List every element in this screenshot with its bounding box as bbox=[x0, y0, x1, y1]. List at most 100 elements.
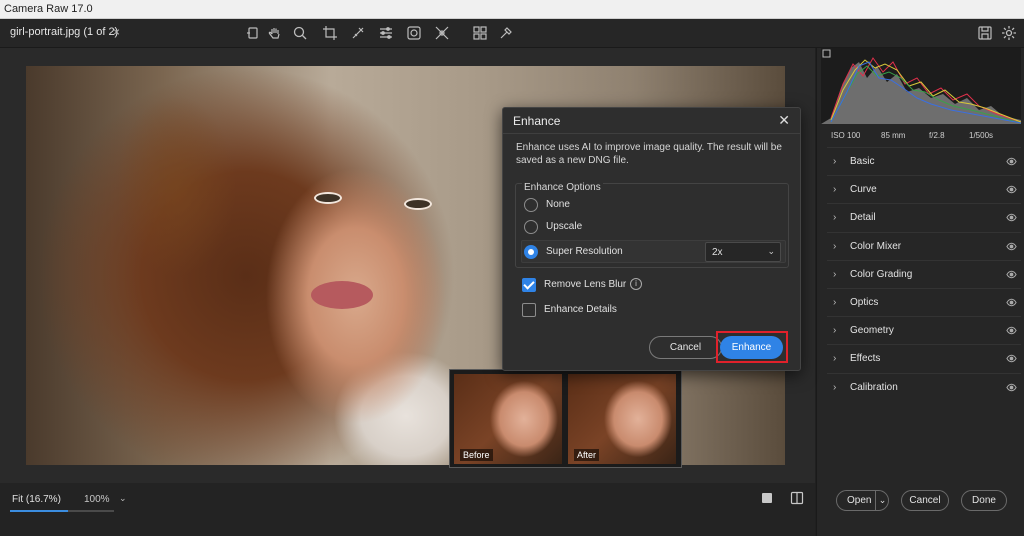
window-title: Camera Raw 17.0 bbox=[4, 3, 93, 15]
exif-shutter: 1/500s bbox=[969, 131, 994, 140]
section-label: Color Grading bbox=[850, 268, 913, 280]
enhance-options-legend: Enhance Options bbox=[522, 182, 603, 193]
section-label: Geometry bbox=[850, 325, 894, 337]
top-toolbar: girl-portrait.jpg (1 of 2) × bbox=[0, 19, 1024, 48]
dialog-divider bbox=[503, 133, 800, 134]
zoom-dropdown-chevron-icon[interactable]: ⌄ bbox=[119, 493, 127, 504]
open-dropdown-chevron-icon[interactable]: ⌄ bbox=[875, 491, 889, 510]
section-label: Curve bbox=[850, 184, 877, 196]
right-panel: ISO 100 85 mm f/2.8 1/500s › Basic › Curve… bbox=[816, 48, 1024, 536]
zoom-slider-fill bbox=[10, 510, 68, 512]
section-label: Color Mixer bbox=[850, 240, 902, 252]
dialog-title: Enhance bbox=[513, 114, 561, 128]
exif-iso: ISO 100 bbox=[831, 131, 861, 140]
fit-zoom-button[interactable]: Fit (16.7%) bbox=[12, 494, 61, 505]
option-upscale-label: Upscale bbox=[546, 221, 583, 232]
histogram bbox=[821, 48, 1021, 124]
dialog-cancel-button[interactable]: Cancel bbox=[649, 336, 722, 359]
section-geometry[interactable]: › Geometry bbox=[827, 316, 1021, 344]
option-none[interactable]: None bbox=[522, 195, 784, 216]
after-thumbnail: After bbox=[568, 374, 676, 464]
compare-view-icon[interactable] bbox=[790, 491, 804, 505]
section-optics[interactable]: › Optics bbox=[827, 287, 1021, 316]
remove-lens-blur-option[interactable]: Remove Lens Blur i bbox=[522, 276, 722, 294]
chevron-right-icon: › bbox=[833, 296, 837, 308]
photo-lips bbox=[311, 281, 373, 309]
eye-icon[interactable] bbox=[1006, 269, 1017, 280]
spot-heal-icon[interactable] bbox=[350, 25, 366, 41]
section-detail[interactable]: › Detail bbox=[827, 203, 1021, 231]
eye-icon[interactable] bbox=[1006, 325, 1017, 336]
before-thumbnail: Before bbox=[454, 374, 562, 464]
zoom-level-button[interactable]: 100% bbox=[84, 494, 110, 505]
done-button[interactable]: Done bbox=[961, 490, 1007, 511]
remove-lens-blur-label: Remove Lens Blur bbox=[544, 279, 627, 290]
eye-icon[interactable] bbox=[1006, 297, 1017, 308]
scale-select[interactable]: 2x ⌄ bbox=[705, 242, 781, 262]
cancel-button[interactable]: Cancel bbox=[901, 490, 949, 511]
before-label: Before bbox=[460, 449, 493, 461]
eye-icon[interactable] bbox=[1006, 156, 1017, 167]
option-super-resolution[interactable]: Super Resolution 2x ⌄ bbox=[521, 240, 786, 263]
close-icon[interactable]: ✕ bbox=[778, 112, 790, 129]
window-title-bar: Camera Raw 17.0 bbox=[0, 0, 1024, 19]
eye-icon[interactable] bbox=[1006, 241, 1017, 252]
rotate-icon[interactable] bbox=[245, 25, 261, 41]
radio-super-resolution[interactable] bbox=[524, 245, 538, 259]
enhance-details-checkbox[interactable] bbox=[522, 303, 536, 317]
eye-icon[interactable] bbox=[1006, 212, 1017, 223]
status-bar: Fit (16.7%) 100% ⌄ bbox=[0, 483, 815, 536]
eye-icon[interactable] bbox=[1006, 382, 1017, 393]
single-view-icon[interactable] bbox=[760, 491, 774, 505]
section-label: Basic bbox=[850, 156, 875, 167]
eyedropper-icon[interactable] bbox=[498, 25, 514, 41]
exif-focal: 85 mm bbox=[881, 131, 906, 140]
enhance-details-label: Enhance Details bbox=[544, 304, 617, 315]
chevron-right-icon: › bbox=[833, 353, 837, 365]
eye-icon[interactable] bbox=[1006, 184, 1017, 195]
file-tab-close-button[interactable]: × bbox=[113, 25, 120, 39]
section-label: Effects bbox=[850, 353, 881, 365]
enhance-dialog: Enhance ✕ Enhance uses AI to improve ima… bbox=[502, 107, 801, 371]
save-image-icon[interactable] bbox=[977, 25, 993, 41]
hand-icon[interactable] bbox=[267, 25, 283, 41]
chevron-right-icon: › bbox=[833, 212, 837, 224]
file-name: girl-portrait.jpg bbox=[10, 26, 81, 38]
section-effects[interactable]: › Effects bbox=[827, 344, 1021, 372]
info-icon[interactable]: i bbox=[630, 278, 642, 290]
option-upscale[interactable]: Upscale bbox=[522, 217, 784, 238]
chevron-right-icon: › bbox=[833, 381, 837, 393]
file-tab[interactable]: girl-portrait.jpg (1 of 2) bbox=[10, 26, 118, 38]
crop-icon[interactable] bbox=[322, 25, 338, 41]
section-curve[interactable]: › Curve bbox=[827, 175, 1021, 203]
eye-icon[interactable] bbox=[1006, 353, 1017, 364]
redeye-icon[interactable] bbox=[434, 25, 450, 41]
dialog-description: Enhance uses AI to improve image quality… bbox=[516, 142, 782, 166]
photo-eyes bbox=[314, 184, 454, 214]
chevron-right-icon: › bbox=[833, 240, 837, 252]
presets-icon[interactable] bbox=[472, 25, 488, 41]
chevron-right-icon: › bbox=[833, 156, 837, 167]
enhance-details-option[interactable]: Enhance Details bbox=[522, 301, 722, 319]
gear-icon[interactable] bbox=[1001, 25, 1017, 41]
enhance-options-group: Enhance Options None Upscale Super Resol… bbox=[515, 182, 789, 268]
section-calibration[interactable]: › Calibration bbox=[827, 372, 1021, 401]
remove-lens-blur-checkbox[interactable] bbox=[522, 278, 536, 292]
option-none-label: None bbox=[546, 199, 570, 210]
section-basic[interactable]: › Basic bbox=[827, 147, 1021, 175]
exif-aperture: f/2.8 bbox=[929, 131, 945, 140]
open-button[interactable]: Open ⌄ bbox=[836, 490, 889, 511]
chevron-right-icon: › bbox=[833, 325, 837, 337]
radio-none[interactable] bbox=[524, 198, 538, 212]
section-label: Calibration bbox=[850, 381, 898, 393]
chevron-down-icon: ⌄ bbox=[767, 246, 775, 256]
adjust-icon[interactable] bbox=[378, 25, 394, 41]
radio-upscale[interactable] bbox=[524, 220, 538, 234]
option-super-resolution-label: Super Resolution bbox=[546, 246, 623, 257]
chevron-right-icon: › bbox=[833, 268, 837, 280]
section-color-grading[interactable]: › Color Grading bbox=[827, 259, 1021, 288]
section-color-mixer[interactable]: › Color Mixer bbox=[827, 231, 1021, 260]
zoom-icon[interactable] bbox=[292, 25, 308, 41]
mask-icon[interactable] bbox=[406, 25, 422, 41]
enhance-button-highlight bbox=[716, 331, 788, 363]
